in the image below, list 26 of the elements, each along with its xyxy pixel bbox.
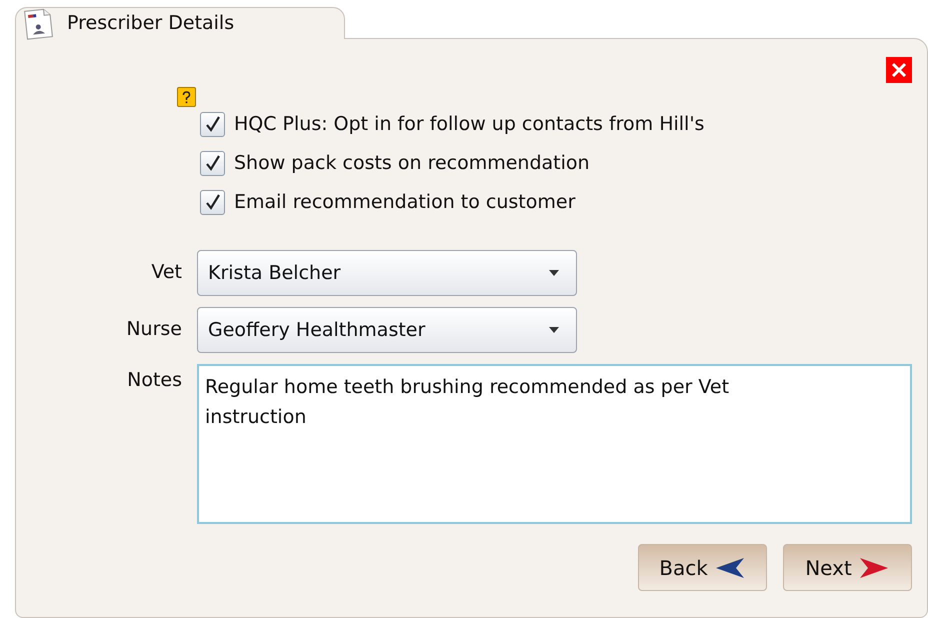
checkbox[interactable]	[200, 190, 225, 214]
field-label: Nurse	[125, 317, 182, 342]
left-arrow-icon	[714, 556, 746, 580]
dropdown[interactable]: Krista Belcher	[197, 250, 577, 296]
right-arrow-icon	[858, 556, 890, 580]
checkbox-label: HQC Plus: Opt in for follow up contacts from Hill's	[234, 112, 704, 137]
help-icon[interactable]	[177, 87, 196, 107]
checkbox[interactable]	[200, 112, 225, 136]
checkbox-label: Email recommendation to customer	[234, 190, 576, 215]
check-icon	[204, 154, 222, 172]
close-button[interactable]	[886, 57, 912, 83]
close-icon	[891, 62, 907, 78]
check-icon	[204, 115, 222, 133]
dropdown[interactable]: Geoffery Healthmaster	[197, 307, 577, 353]
field-label: Notes	[126, 368, 182, 393]
tab[interactable]: Prescriber Details	[15, 7, 345, 39]
back-button[interactable]: Back	[638, 544, 767, 591]
notes-field[interactable]: Regular home teeth brushing recommended as per Vet instruction	[197, 364, 912, 524]
next-button[interactable]: Next	[783, 544, 912, 591]
tab-title: Prescriber Details	[67, 11, 234, 36]
dropdown-caret-icon	[548, 269, 560, 277]
checkbox-label: Show pack costs on recommendation	[234, 151, 590, 176]
field-label: Vet	[150, 260, 182, 285]
check-icon	[204, 193, 222, 211]
dropdown-caret-icon	[548, 326, 560, 334]
checkbox[interactable]	[200, 150, 225, 176]
